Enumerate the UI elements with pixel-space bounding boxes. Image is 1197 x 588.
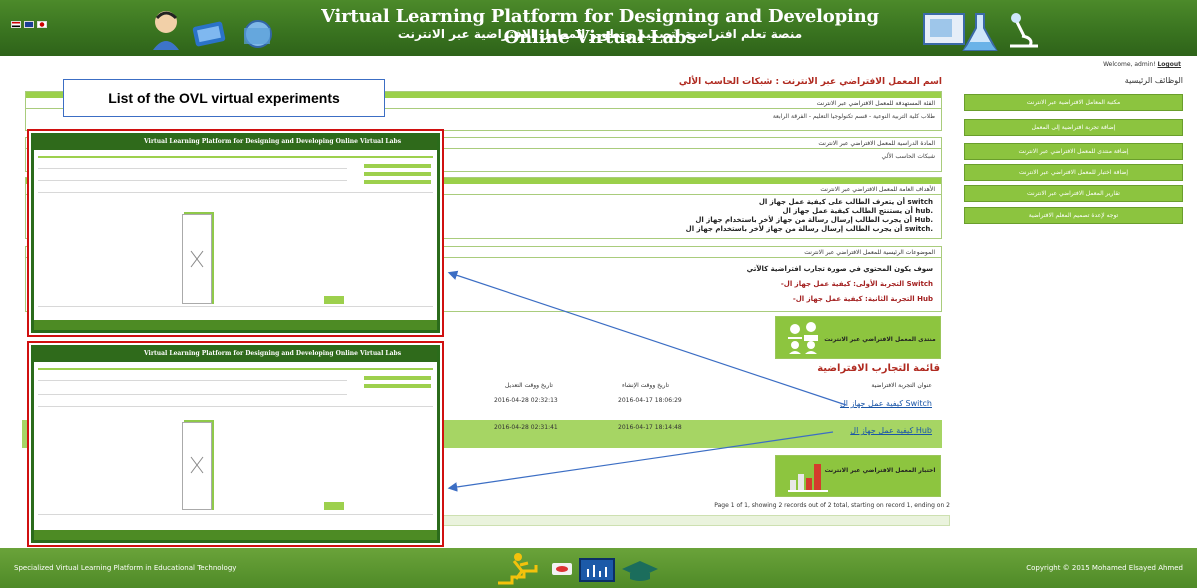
footer: Specialized Virtual Learning Platform in… [0,548,1197,588]
footer-left-text: Specialized Virtual Learning Platform in… [14,564,237,572]
annotation-arrows [447,270,847,492]
arrow-to-switch [447,270,847,406]
footer-copyright: Copyright © 2015 Mohamed Elsayed Ahmed [1026,564,1183,572]
arrow-to-hub [447,431,834,492]
footer-icons [498,553,658,585]
